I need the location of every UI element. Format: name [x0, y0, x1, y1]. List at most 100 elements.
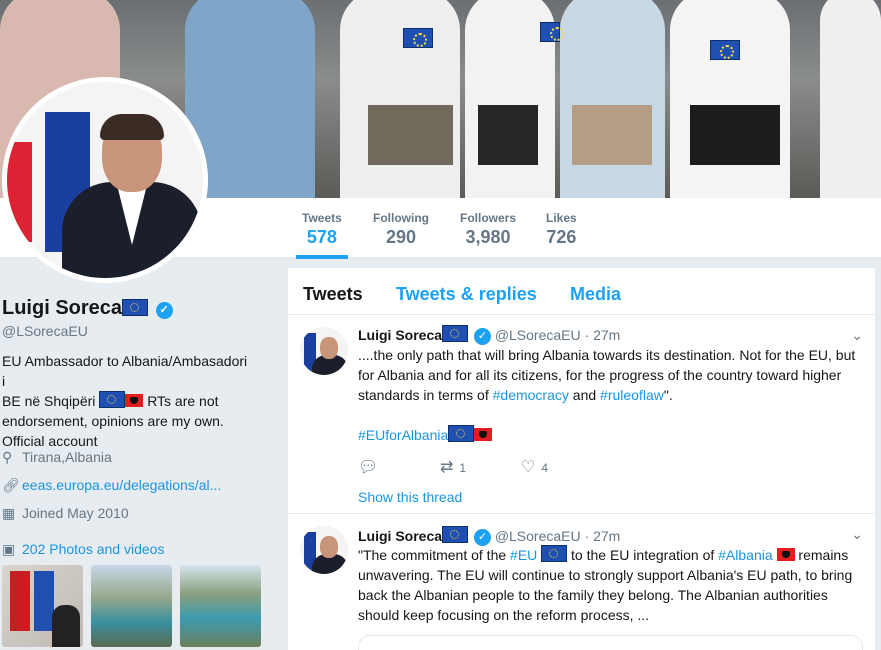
tweet-avatar-face	[320, 337, 338, 359]
photos-videos-link[interactable]: ▣ 202 Photos and videos	[2, 541, 164, 558]
tweet-line: "The commitment of the #EU to the EU int…	[358, 545, 863, 565]
tweet-line: #EUforAlbania	[358, 425, 863, 445]
tweet-text-segment: ".	[663, 387, 673, 403]
eu-flag-icon	[448, 425, 475, 442]
photo-thumbnail[interactable]	[91, 565, 172, 647]
albania-flag-icon	[776, 548, 795, 561]
profile-website[interactable]: 🔗︎ eeas.europa.eu/delegations/al...	[2, 477, 221, 494]
tweet[interactable]: Luigi Soreca ✓ @LSorecaEU · 27m ⌄ ....th…	[288, 315, 875, 514]
albania-flag-icon	[125, 394, 144, 407]
tweet-avatar[interactable]	[300, 526, 348, 574]
show-thread-link[interactable]: Show this thread	[358, 489, 462, 505]
hashtag-link[interactable]: #EUforAlbania	[358, 427, 448, 443]
banner-figure	[340, 0, 460, 198]
eu-flag-icon	[540, 22, 564, 42]
hashtag-link[interactable]: #ruleoflaw	[600, 387, 664, 403]
hashtag-link[interactable]: #Albania	[718, 547, 773, 563]
tab-tweets-replies[interactable]: Tweets & replies	[396, 284, 537, 305]
tweet-separator: ·	[584, 327, 590, 343]
link-icon: 🔗︎	[2, 477, 20, 493]
tweet-handle[interactable]: @LSorecaEU	[495, 528, 581, 544]
stat-followers[interactable]: Followers 3,980	[460, 211, 516, 248]
chevron-down-icon[interactable]: ⌄	[851, 526, 863, 543]
stat-label: Likes	[546, 211, 577, 225]
joined-text: Joined May 2010	[22, 505, 129, 521]
bio-text: RTs are not	[147, 393, 219, 409]
tweet-avatar-face	[320, 536, 338, 558]
tab-tweets[interactable]: Tweets	[303, 284, 363, 305]
tweet-header: Luigi Soreca ✓ @LSorecaEU · 27m	[358, 526, 620, 546]
tweet-text-segment: to the EU integration of	[571, 547, 715, 563]
stat-label: Followers	[460, 211, 517, 225]
tweet-line: unwavering. The EU will continue to stro…	[358, 567, 853, 583]
stat-tweets[interactable]: Tweets 578	[296, 211, 348, 259]
tweet-line: back the Albanian people to the family t…	[358, 587, 828, 603]
eu-flag-icon	[710, 40, 740, 60]
stat-value: 290	[385, 227, 417, 247]
tweet-media-card[interactable]	[358, 635, 863, 650]
profile-avatar[interactable]	[2, 77, 208, 283]
retweet-icon: ⇄	[440, 459, 454, 476]
tweet-line: standards in terms of #democracy and #ru…	[358, 385, 863, 405]
banner-figure	[820, 0, 881, 198]
albania-flag	[7, 142, 32, 242]
tweet-timestamp[interactable]: 27m	[593, 528, 620, 544]
photo-thumbnail[interactable]	[180, 565, 261, 647]
location-pin-icon: ⚲	[2, 449, 13, 465]
reply-button[interactable]: 💬︎	[358, 457, 384, 477]
photo-thumbnail[interactable]	[2, 565, 83, 647]
tweet-text: ....the only path that will bring Albani…	[358, 345, 863, 445]
tweet-text-segment: and	[572, 387, 597, 403]
bio-text: BE në Shqipëri	[2, 393, 96, 409]
photo-thumbnails	[2, 565, 262, 650]
tab-media[interactable]: Media	[570, 284, 621, 305]
calendar-icon: ▦	[2, 505, 16, 521]
thumb-person	[52, 605, 80, 647]
tweet-line: for Albania and for all its citizens, fo…	[358, 367, 842, 383]
tweet-author-name[interactable]: Luigi Soreca	[358, 327, 442, 343]
avatar-photo	[7, 82, 203, 278]
profile-name[interactable]: Luigi Soreca ✓	[2, 297, 173, 320]
retweet-button[interactable]: ⇄ 1	[440, 457, 466, 477]
retweet-count: 1	[459, 461, 467, 475]
tweet-text-segment: standards in terms of	[358, 387, 489, 403]
bio-line: endorsement, opinions are my own.	[2, 413, 224, 429]
banner-figure	[572, 105, 652, 165]
eu-flag-icon	[442, 325, 469, 342]
thumb-flag-albania	[10, 571, 30, 631]
stat-likes[interactable]: Likes 726	[546, 211, 577, 248]
verified-badge-icon: ✓	[473, 328, 491, 345]
banner-figure	[670, 0, 790, 198]
eu-flag-icon	[99, 391, 126, 408]
tweet-text-segment: "The commitment of the	[358, 547, 507, 563]
timeline: Tweets Tweets & replies Media Luigi Sore…	[288, 268, 875, 650]
hashtag-link[interactable]: #democracy	[493, 387, 569, 403]
like-count: 4	[541, 461, 549, 475]
tweet-handle[interactable]: @LSorecaEU	[495, 327, 581, 343]
bio-line: Official account	[2, 433, 98, 449]
bio-line: EU Ambassador to Albania/Ambasadori i	[2, 353, 248, 389]
tweet-separator: ·	[584, 528, 590, 544]
stat-value: 578	[306, 227, 337, 247]
hashtag-link[interactable]: #EU	[510, 547, 537, 563]
tweet-line: should keep focusing on the reform proce…	[358, 607, 650, 623]
timeline-tabs: Tweets Tweets & replies Media	[288, 268, 875, 315]
stat-value: 3,980	[465, 227, 511, 247]
tweet-spacer	[358, 405, 863, 425]
eu-flag-icon	[403, 28, 433, 48]
like-button[interactable]: ♡ 4	[521, 457, 548, 477]
location-text: Tirana,Albania	[22, 449, 112, 465]
tweet[interactable]: Luigi Soreca ✓ @LSorecaEU · 27m ⌄ "The c…	[288, 514, 875, 650]
website-link[interactable]: eeas.europa.eu/delegations/al...	[22, 477, 221, 493]
chevron-down-icon[interactable]: ⌄	[851, 327, 863, 344]
reply-icon: 💬︎	[358, 459, 379, 476]
profile-handle[interactable]: @LSorecaEU	[2, 323, 88, 339]
stat-following[interactable]: Following 290	[373, 211, 429, 248]
tweet-timestamp[interactable]: 27m	[593, 327, 620, 343]
profile-joined: ▦ Joined May 2010	[2, 505, 129, 522]
heart-icon: ♡	[521, 459, 536, 476]
tweet-author-name[interactable]: Luigi Soreca	[358, 528, 442, 544]
thumb-flag-eu	[34, 571, 54, 631]
photos-count[interactable]: 202 Photos and videos	[22, 541, 164, 557]
tweet-avatar[interactable]	[300, 327, 348, 375]
